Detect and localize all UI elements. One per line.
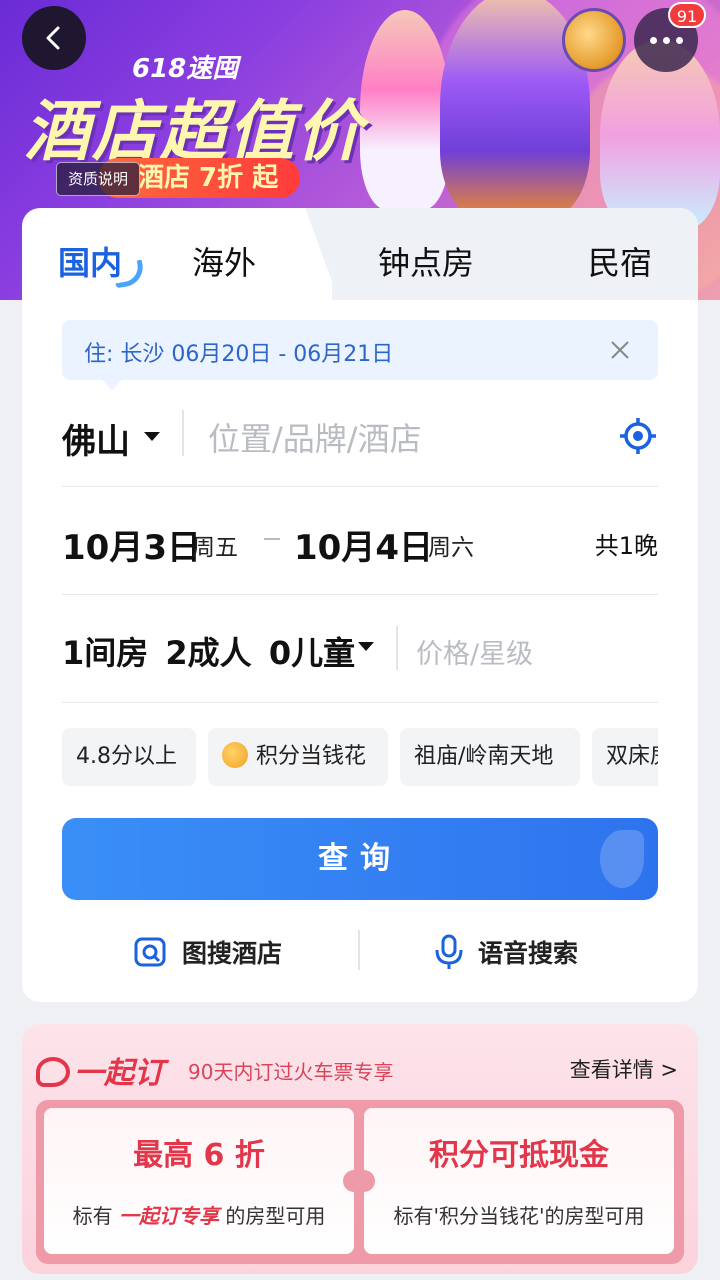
view-details-link[interactable]: 查看详情 > [570, 1054, 678, 1084]
chevron-left-icon [46, 26, 60, 50]
yiqiding-logo-icon [36, 1057, 70, 1087]
checkin-weekday: 周五 [192, 535, 238, 561]
tab-homestay[interactable]: 民宿 [588, 238, 652, 284]
back-button[interactable] [22, 6, 86, 70]
checkout-weekday: 周六 [428, 535, 474, 561]
qualification-button[interactable]: 资质说明 [56, 162, 140, 196]
image-search-button[interactable]: 图搜酒店 [132, 932, 282, 972]
microphone-icon [435, 934, 463, 969]
tab-hourly-room[interactable]: 钟点房 [378, 238, 474, 284]
coupon-points[interactable]: 积分可抵现金 标有'积分当钱花'的房型可用 [353, 1108, 674, 1254]
coupon-desc: 标有'积分当钱花'的房型可用 [393, 1204, 645, 1228]
character-illustration [360, 10, 450, 210]
more-dot-icon [649, 36, 657, 44]
chip-points[interactable]: 积分当钱花 [208, 728, 388, 786]
active-tab-indicator [112, 259, 146, 289]
price-star-filter[interactable]: 价格/星级 [416, 632, 533, 671]
coin-icon [222, 742, 248, 768]
city-selector[interactable]: 佛山 [62, 414, 130, 463]
checkout-date[interactable]: 10月4日 [294, 520, 433, 569]
caret-down-icon [144, 432, 160, 441]
close-icon[interactable] [608, 338, 632, 362]
chip-area[interactable]: 祖庙/岭南天地 [400, 728, 580, 786]
recent-search-bar[interactable]: 住: 长沙 06月20日 - 06月21日 [62, 320, 658, 390]
promo-subtitle: 90天内订过火车票专享 [188, 1060, 394, 1084]
room-guest-selector[interactable]: 1间房 2成人 0儿童 [62, 628, 355, 674]
caret-down-icon [358, 642, 374, 651]
yiqiding-promo-card[interactable]: 一起订 90天内订过火车票专享 查看详情 > 最高 6 折 标有 一起订专享 的… [22, 1024, 698, 1274]
keyword-search-input[interactable]: 位置/品牌/酒店 [208, 414, 422, 460]
locate-icon[interactable] [618, 416, 658, 456]
more-dot-icon [675, 36, 683, 44]
yiqiding-logo: 一起订 [36, 1048, 164, 1092]
more-dot-icon [662, 36, 670, 44]
tab-overseas[interactable]: 海外 [192, 238, 256, 284]
coin-reward-icon[interactable] [562, 8, 626, 72]
checkin-date[interactable]: 10月3日 [62, 520, 201, 569]
coupon-title: 最高 6 折 [133, 1138, 265, 1173]
tab-bar: 国内 海外 钟点房 民宿 [22, 208, 698, 300]
image-search-icon [134, 937, 166, 967]
chip-twin-room[interactable]: 双床房 [592, 728, 658, 786]
chip-rating[interactable]: 4.8分以上 [62, 728, 196, 786]
tab-domestic[interactable]: 国内 [58, 238, 122, 284]
recent-search-text: 住: 长沙 06月20日 - 06月21日 [84, 342, 394, 367]
coupon-discount[interactable]: 最高 6 折 标有 一起订专享 的房型可用 [44, 1108, 365, 1254]
quick-filter-chips: 4.8分以上 积分当钱花 祖庙/岭南天地 双床房 [62, 728, 658, 788]
coupon-desc: 标有 一起订专享 的房型可用 [72, 1204, 326, 1228]
voice-search-button[interactable]: 语音搜索 [432, 932, 578, 972]
coupon-title: 积分可抵现金 [429, 1138, 609, 1173]
notification-badge: 91 [668, 2, 706, 28]
hotel-search-card: 国内 海外 钟点房 民宿 住: 长沙 06月20日 - 06月21日 佛山 位置… [22, 208, 698, 1002]
nights-count: 共1晚 [594, 532, 658, 560]
search-button[interactable]: 查询 [62, 818, 658, 900]
